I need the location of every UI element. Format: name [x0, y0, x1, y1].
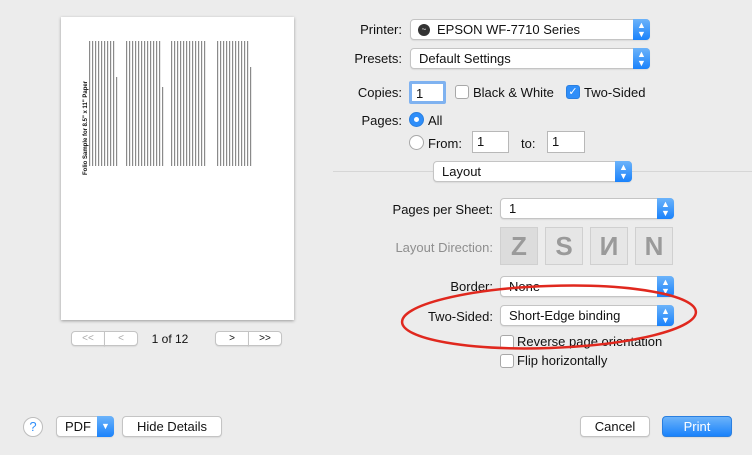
layout-direction-s-button[interactable]: S [545, 227, 583, 265]
black-white-label: Black & White [473, 85, 554, 100]
printer-value: EPSON WF-7710 Series [437, 22, 581, 37]
copies-label: Copies: [357, 85, 402, 100]
pages-all-label: All [428, 113, 443, 128]
cancel-button[interactable]: Cancel [580, 416, 650, 437]
last-page-button[interactable]: >> [248, 331, 282, 346]
chevron-updown-icon: ▲ ▼ [657, 198, 674, 219]
to-label: to: [521, 136, 536, 151]
section-popup[interactable]: Layout ▲ ▼ [433, 161, 632, 182]
chevron-updown-icon: ▲ ▼ [633, 19, 650, 40]
first-page-button[interactable]: << [71, 331, 105, 346]
two-sided-binding-label: Two-Sided: [427, 309, 493, 324]
chevron-updown-icon: ▲ ▼ [657, 276, 674, 297]
reverse-orientation-checkbox[interactable] [500, 335, 514, 349]
page-indicator: 1 of 12 [151, 332, 189, 346]
two-sided-binding-value: Short-Edge binding [509, 308, 621, 323]
printer-popup[interactable]: ~ EPSON WF-7710 Series ▲ ▼ [410, 19, 650, 40]
chevron-updown-icon: ▲ ▼ [657, 305, 674, 326]
chevron-down-icon: ▼ [97, 416, 114, 437]
two-sided-checkbox[interactable]: ✓ [566, 85, 580, 99]
pages-all-radio[interactable] [409, 112, 424, 127]
previous-page-button[interactable]: < [104, 331, 138, 346]
presets-label: Presets: [354, 51, 402, 66]
two-sided-checkbox-label: Two-Sided [584, 85, 646, 100]
next-page-button[interactable]: > [215, 331, 249, 346]
border-label: Border: [450, 279, 493, 294]
hide-details-button[interactable]: Hide Details [122, 416, 222, 437]
pages-per-sheet-value: 1 [509, 201, 517, 216]
help-button[interactable]: ? [23, 417, 43, 437]
flip-horizontally-label: Flip horizontally [517, 353, 608, 368]
pages-per-sheet-popup[interactable]: 1 ▲ ▼ [500, 198, 674, 219]
chevron-updown-icon: ▲ ▼ [615, 161, 632, 182]
printer-label: Printer: [360, 22, 402, 37]
from-input[interactable]: 1 [472, 131, 509, 153]
printer-icon: ~ [418, 24, 430, 36]
page-preview: Folio Sample for 8.5" x 11" Paper [61, 17, 294, 320]
presets-value: Default Settings [419, 51, 511, 66]
pages-label: Pages: [361, 113, 402, 128]
from-label: From: [428, 136, 462, 151]
reverse-orientation-label: Reverse page orientation [517, 334, 663, 349]
pages-per-sheet-label: Pages per Sheet: [392, 202, 493, 217]
border-value: None [509, 279, 541, 294]
print-button[interactable]: Print [662, 416, 732, 437]
copies-input[interactable]: 1 [409, 81, 446, 104]
layout-direction-label: Layout Direction: [395, 240, 493, 255]
pages-range-radio[interactable] [409, 135, 424, 150]
border-popup[interactable]: None ▲ ▼ [500, 276, 674, 297]
two-sided-binding-popup[interactable]: Short-Edge binding ▲ ▼ [500, 305, 674, 326]
layout-direction-n-button[interactable]: N [635, 227, 673, 265]
layout-direction-z-button[interactable]: Z [500, 227, 538, 265]
presets-popup[interactable]: Default Settings ▲ ▼ [410, 48, 650, 69]
pdf-menu-button[interactable]: PDF ▼ [56, 416, 114, 437]
flip-horizontally-checkbox[interactable] [500, 354, 514, 368]
chevron-updown-icon: ▲ ▼ [633, 48, 650, 69]
pdf-label: PDF [65, 419, 91, 434]
preview-text-columns [89, 41, 252, 166]
layout-direction-n-reversed-button[interactable]: N [590, 227, 628, 265]
section-value: Layout [442, 164, 482, 179]
to-input[interactable]: 1 [547, 131, 585, 153]
black-white-checkbox[interactable] [455, 85, 469, 99]
